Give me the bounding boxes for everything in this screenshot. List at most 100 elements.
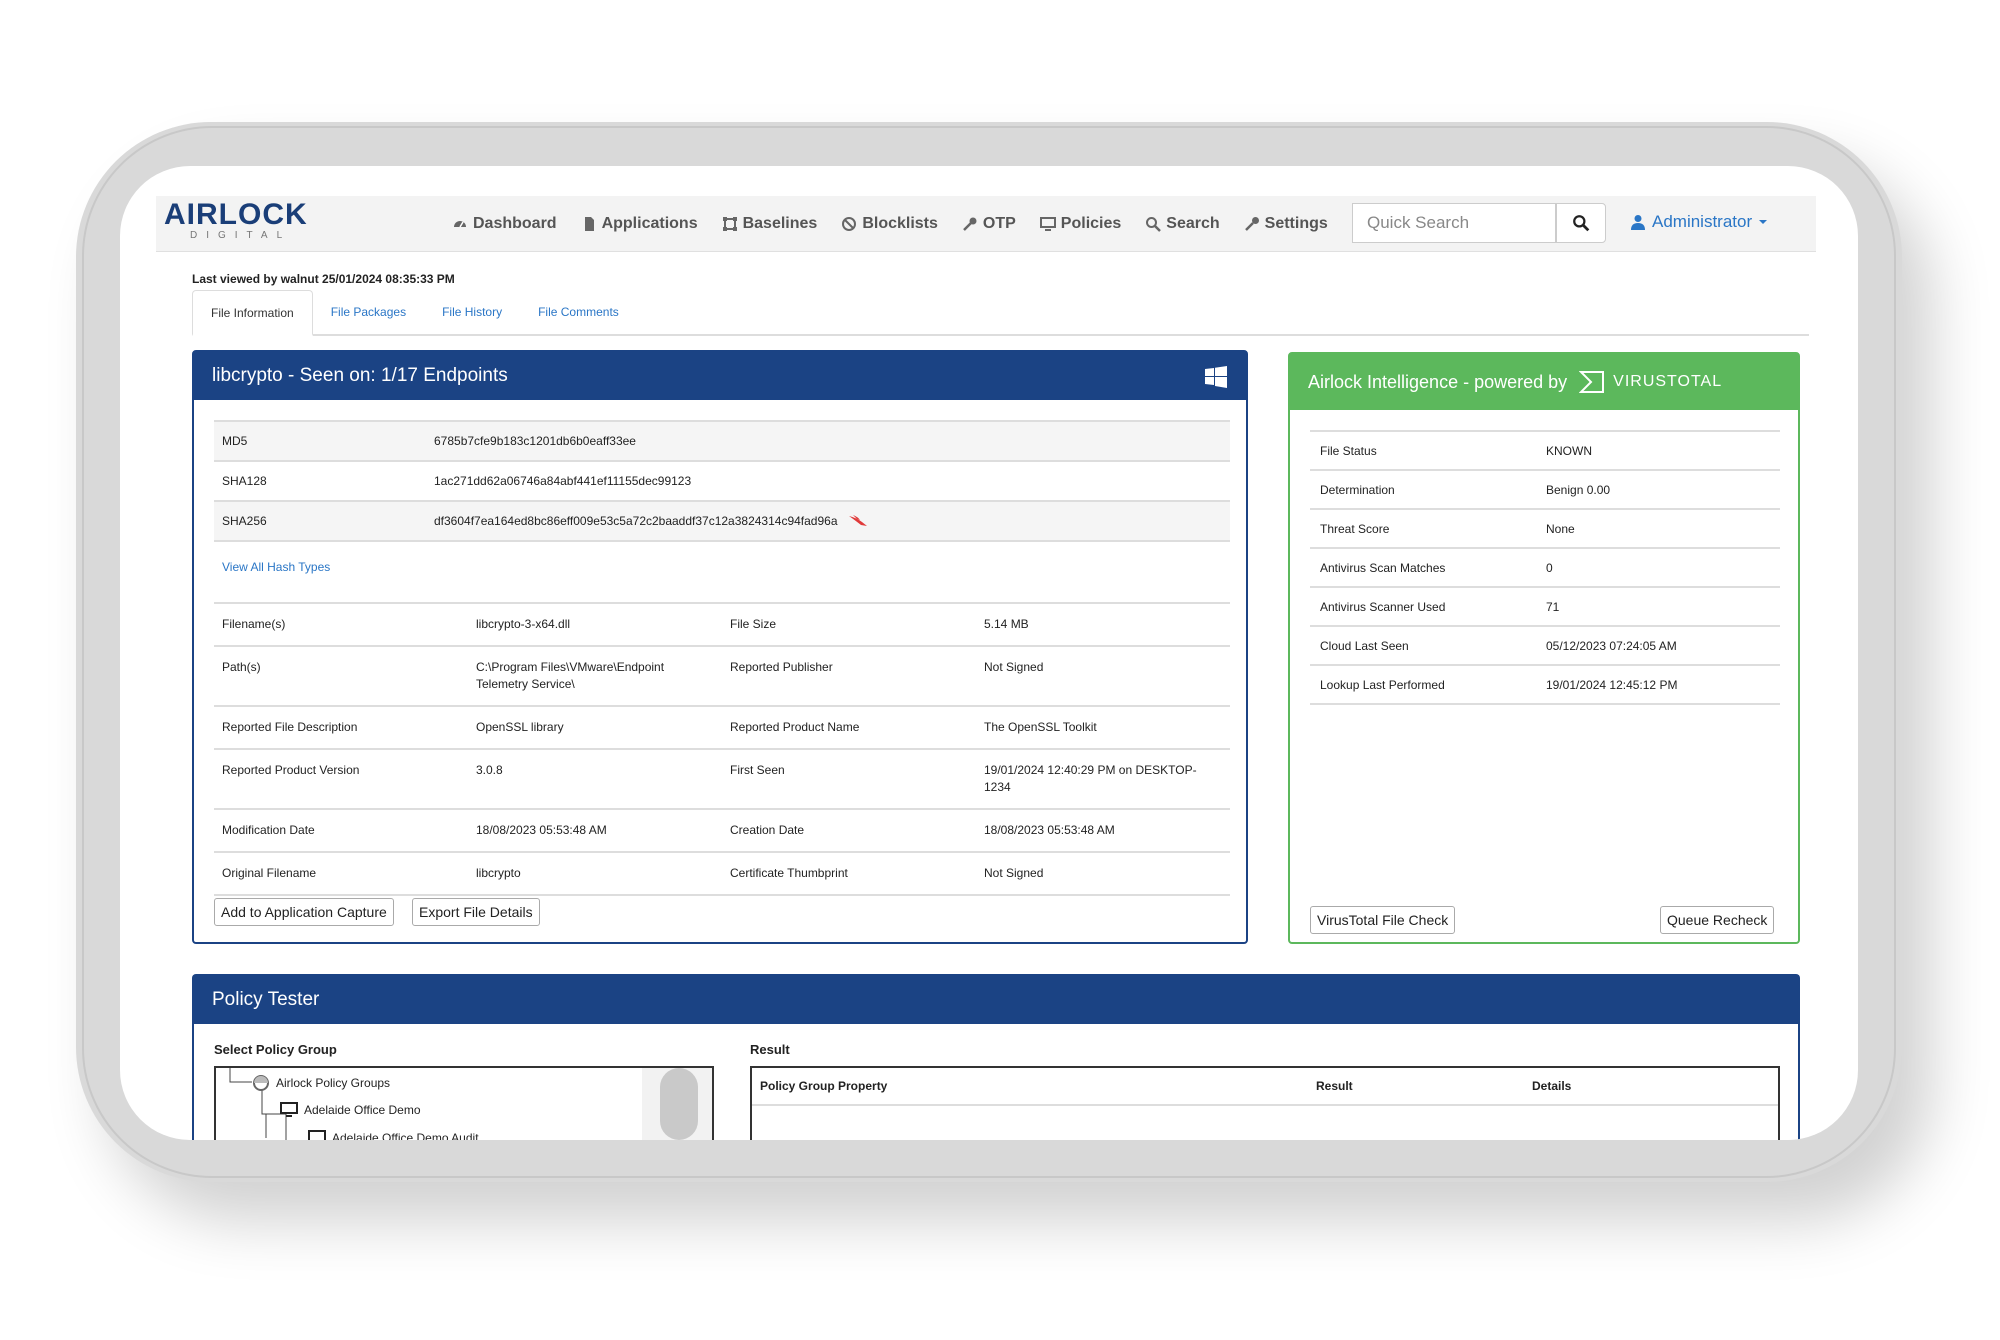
nav-otp[interactable]: OTP	[962, 215, 1016, 233]
user-name: Administrator	[1652, 212, 1753, 231]
vt-key: Threat Score	[1320, 521, 1390, 536]
vt-row: File Status KNOWN	[1310, 432, 1780, 471]
view-all-hash-types-link[interactable]: View All Hash Types	[222, 560, 330, 574]
user-menu[interactable]: Administrator	[1630, 212, 1768, 232]
main-nav: Dashboard Applications Baselines Blockli…	[452, 196, 1328, 252]
vt-panel-title: Airlock Intelligence - powered by	[1308, 371, 1568, 392]
hash-key: SHA128	[222, 474, 267, 488]
vt-value: 05/12/2023 07:24:05 AM	[1546, 638, 1677, 653]
hash-value[interactable]: 1ac271dd62a06746a84abf441ef11155dec99123	[434, 474, 691, 488]
tab-file-comments[interactable]: File Comments	[520, 290, 637, 334]
add-to-application-capture-button[interactable]: Add to Application Capture	[214, 898, 394, 926]
hash-value[interactable]: df3604f7ea164ed8bc86eff009e53c5a72c2baad…	[434, 514, 868, 528]
detail-row: Reported File Description OpenSSL librar…	[214, 707, 1230, 750]
quick-search-input[interactable]: Quick Search	[1352, 203, 1556, 243]
hash-row-md5: MD5 6785b7cfe9b183c1201db6b0eaff33ee	[214, 422, 1230, 462]
tree-item-adelaide-audit[interactable]: Adelaide Office Demo Audit	[308, 1130, 479, 1140]
baseline-icon	[722, 217, 737, 231]
search-icon	[1573, 215, 1590, 232]
vt-info-table: File Status KNOWN Determination Benign 0.0…	[1310, 430, 1780, 705]
nav-search[interactable]: Search	[1145, 215, 1220, 233]
nav-settings[interactable]: Settings	[1244, 215, 1328, 233]
file-tabs: File Information File Packages File Hist…	[192, 290, 1809, 336]
detail-label: File Size	[730, 617, 777, 631]
tab-file-history[interactable]: File History	[424, 290, 520, 334]
hash-row-sha128: SHA128 1ac271dd62a06746a84abf441ef11155d…	[214, 462, 1230, 502]
caret-down-icon	[1759, 220, 1768, 224]
detail-value: 3.0.8	[476, 763, 503, 777]
detail-value: OpenSSL library	[476, 720, 564, 734]
hash-key: MD5	[222, 434, 248, 448]
file-panel-title: libcrypto - Seen on: 1/17 Endpoints	[212, 365, 508, 386]
monitor-icon	[280, 1102, 298, 1117]
vt-row: Determination Benign 0.00	[1310, 471, 1780, 510]
nav-dashboard[interactable]: Dashboard	[452, 215, 557, 233]
tab-file-packages[interactable]: File Packages	[313, 290, 424, 334]
hash-value[interactable]: 6785b7cfe9b183c1201db6b0eaff33ee	[434, 434, 636, 448]
detail-value: libcrypto	[476, 866, 521, 880]
tree-item-label: Adelaide Office Demo Audit	[332, 1131, 479, 1140]
detail-value: Not Signed	[984, 660, 1044, 674]
detail-value: The OpenSSL Toolkit	[984, 720, 1097, 734]
nav-blocklists[interactable]: Blocklists	[841, 215, 938, 233]
airlock-intelligence-panel: Airlock Intelligence - powered by VIRUST…	[1288, 352, 1800, 944]
tree-item-label: Airlock Policy Groups	[276, 1076, 391, 1090]
detail-row: Path(s) C:\Program Files\VMware\Endpoint…	[214, 647, 1230, 707]
hash-value-text: 1ac271dd62a06746a84abf441ef11155dec99123	[434, 474, 692, 488]
vt-key: Lookup Last Performed	[1320, 677, 1445, 692]
tree-scrollbar[interactable]	[642, 1068, 712, 1140]
dashboard-icon	[454, 221, 466, 228]
detail-label: Original Filename	[222, 866, 317, 880]
policy-group-icon	[253, 1075, 269, 1091]
nav-applications-label: Applications	[601, 215, 698, 232]
export-file-details-button[interactable]: Export File Details	[412, 898, 540, 926]
tree-scroll-thumb[interactable]	[660, 1068, 698, 1140]
detail-value: Not Signed	[984, 866, 1044, 880]
virustotal-file-check-button[interactable]: VirusTotal File Check	[1310, 906, 1456, 934]
search-button[interactable]	[1556, 203, 1606, 243]
vt-value: 19/01/2024 12:45:12 PM	[1546, 677, 1678, 692]
vt-value: 71	[1546, 599, 1560, 614]
detail-label: Reported Product Version	[222, 763, 360, 777]
detail-label: Reported File Description	[222, 720, 358, 734]
file-details-table: Filename(s) libcrypto-3-x64.dll File Siz…	[214, 602, 1230, 896]
detail-value: libcrypto-3-x64.dll	[476, 617, 571, 631]
app-screen: AIRLOCK DIGITAL Dashboard Applications B…	[120, 166, 1858, 1140]
detail-row: Modification Date 18/08/2023 05:53:48 AM…	[214, 810, 1230, 853]
vt-key: Cloud Last Seen	[1320, 638, 1409, 653]
nav-applications[interactable]: Applications	[581, 215, 698, 233]
tab-file-information[interactable]: File Information	[192, 290, 313, 336]
result-label: Result	[750, 1042, 790, 1057]
wrench-icon	[1244, 217, 1259, 231]
tree-item-root[interactable]: Airlock Policy Groups	[252, 1074, 390, 1092]
queue-recheck-button[interactable]: Queue Recheck	[1660, 906, 1775, 934]
nav-policies[interactable]: Policies	[1039, 215, 1122, 233]
crowdstrike-falcon-icon[interactable]	[848, 514, 868, 528]
detail-label: First Seen	[730, 763, 785, 777]
virustotal-wordmark: VIRUSTOTAL	[1613, 373, 1723, 390]
monitor-icon	[308, 1130, 326, 1140]
vt-key: Determination	[1320, 482, 1395, 497]
search-icon	[1146, 217, 1162, 232]
vt-row: Cloud Last Seen 05/12/2023 07:24:05 AM	[1310, 627, 1780, 666]
detail-label: Path(s)	[222, 660, 261, 674]
detail-row: Filename(s) libcrypto-3-x64.dll File Siz…	[214, 604, 1230, 647]
nav-baselines[interactable]: Baselines	[722, 215, 817, 233]
vt-value: Benign 0.00	[1546, 482, 1611, 497]
key-icon	[963, 217, 977, 231]
hash-table: MD5 6785b7cfe9b183c1201db6b0eaff33ee SHA…	[214, 420, 1230, 542]
nav-policies-label: Policies	[1060, 215, 1122, 232]
file-info-panel: libcrypto - Seen on: 1/17 Endpoints MD5 …	[192, 350, 1248, 944]
ban-icon	[842, 217, 857, 231]
nav-dashboard-label: Dashboard	[473, 215, 557, 232]
detail-label: Creation Date	[730, 823, 805, 837]
nav-search-label: Search	[1166, 215, 1220, 232]
hash-value-text: df3604f7ea164ed8bc86eff009e53c5a72c2baad…	[434, 514, 838, 528]
tree-item-adelaide[interactable]: Adelaide Office Demo	[280, 1102, 421, 1118]
nav-otp-label: OTP	[982, 215, 1016, 232]
logo-word: AIRLOCK	[164, 198, 308, 231]
result-col-property: Policy Group Property	[760, 1079, 888, 1093]
policy-tester-title: Policy Tester	[212, 989, 320, 1010]
result-col-details: Details	[1532, 1079, 1572, 1093]
airlock-logo[interactable]: AIRLOCK DIGITAL	[164, 198, 308, 246]
